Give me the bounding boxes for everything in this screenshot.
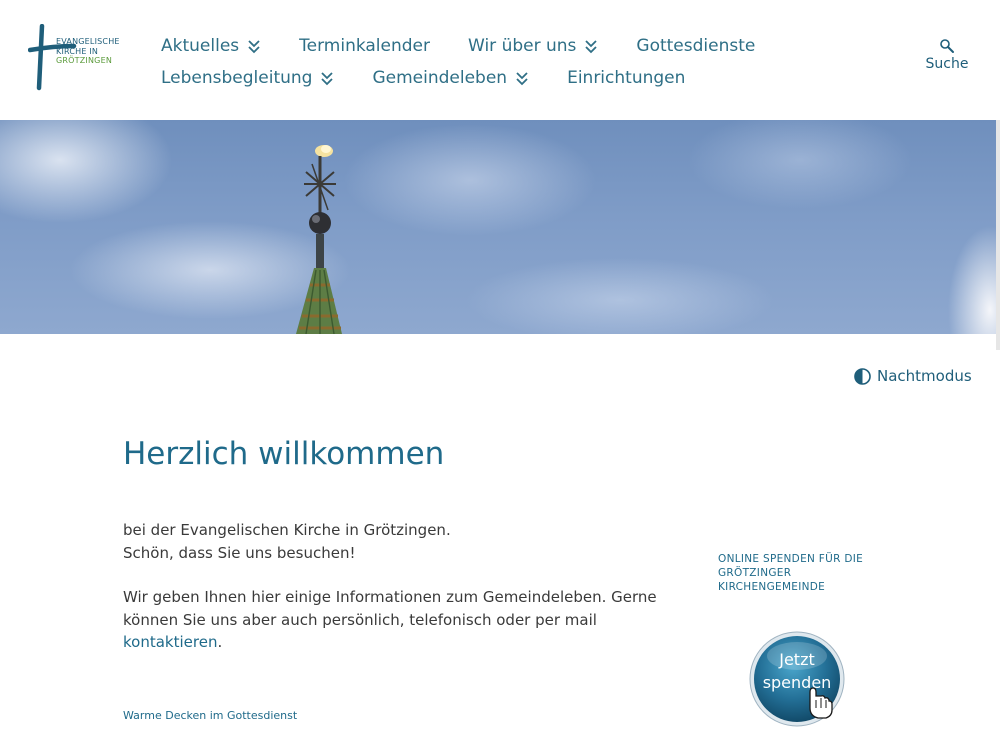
nav-item-label: Lebensbegleitung bbox=[161, 68, 313, 88]
main-navigation: Aktuelles Terminkalender Wir über uns Go… bbox=[161, 30, 793, 94]
church-spire-image bbox=[296, 145, 342, 334]
half-circle-icon bbox=[854, 367, 871, 385]
double-chevron-down-icon bbox=[321, 72, 334, 86]
search-label: Suche bbox=[925, 56, 969, 72]
welcome-text: bei der Evangelischen Kirche in Grötzing… bbox=[123, 519, 668, 676]
info-text: Wir geben Ihnen hier einige Informatione… bbox=[123, 588, 657, 629]
nav-item-wir-ueber-uns[interactable]: Wir über uns bbox=[468, 36, 598, 56]
nightmode-toggle[interactable]: Nachtmodus bbox=[854, 367, 972, 385]
news-link[interactable]: Warme Decken im Gottesdienst bbox=[123, 709, 297, 722]
nav-row-1: Aktuelles Terminkalender Wir über uns Go… bbox=[161, 30, 793, 62]
nav-row-2: Lebensbegleitung Gemeindeleben Einrichtu… bbox=[161, 62, 793, 94]
search-icon bbox=[940, 39, 954, 53]
intro-paragraph: bei der Evangelischen Kirche in Grötzing… bbox=[123, 519, 668, 564]
donate-label-1: Jetzt bbox=[778, 650, 815, 669]
donate-label-2: spenden bbox=[763, 673, 832, 692]
double-chevron-down-icon bbox=[248, 40, 260, 54]
page-title: Herzlich willkommen bbox=[123, 436, 445, 472]
nightmode-label: Nachtmodus bbox=[877, 367, 972, 385]
nav-item-label: Gemeindeleben bbox=[372, 68, 508, 88]
donate-badge: Jetzt spenden bbox=[749, 631, 845, 727]
double-chevron-down-icon bbox=[516, 72, 528, 86]
donate-heading: ONLINE SPENDEN FÜR DIE GRÖTZINGER KIRCHE… bbox=[718, 553, 864, 593]
nav-item-gottesdienste[interactable]: Gottesdienste bbox=[636, 36, 755, 56]
contact-link[interactable]: kontaktieren bbox=[123, 633, 217, 651]
logo-line-3: GRÖTZINGEN bbox=[56, 56, 113, 65]
logo-line-1: EVANGELISCHE bbox=[56, 37, 120, 46]
info-paragraph: Wir geben Ihnen hier einige Informatione… bbox=[123, 586, 668, 654]
intro-line-1: bei der Evangelischen Kirche in Grötzing… bbox=[123, 521, 451, 539]
nav-item-lebensbegleitung[interactable]: Lebensbegleitung bbox=[161, 68, 334, 88]
nav-item-label: Einrichtungen bbox=[567, 68, 686, 88]
nav-item-label: Wir über uns bbox=[468, 36, 577, 56]
intro-line-2: Schön, dass Sie uns besuchen! bbox=[123, 543, 356, 562]
nav-item-aktuelles[interactable]: Aktuelles bbox=[161, 36, 261, 56]
nav-item-label: Aktuelles bbox=[161, 36, 240, 56]
nav-item-label: Gottesdienste bbox=[636, 36, 756, 56]
logo-text: EVANGELISCHE KIRCHE IN GRÖTZINGEN bbox=[30, 37, 120, 66]
logo-line-2: KIRCHE IN bbox=[56, 46, 99, 56]
hero-image bbox=[0, 120, 1000, 334]
site-header: EVANGELISCHE KIRCHE IN GRÖTZINGEN Aktuel… bbox=[0, 0, 1000, 120]
donate-button[interactable]: Jetzt spenden bbox=[748, 630, 846, 728]
scrollbar-track[interactable] bbox=[996, 120, 1000, 350]
info-text-end: . bbox=[217, 633, 223, 651]
nav-item-label: Terminkalender bbox=[299, 36, 431, 56]
nav-item-gemeindeleben[interactable]: Gemeindeleben bbox=[372, 68, 529, 88]
nav-item-einrichtungen[interactable]: Einrichtungen bbox=[567, 68, 685, 88]
double-chevron-down-icon bbox=[585, 40, 598, 54]
nav-item-terminkalender[interactable]: Terminkalender bbox=[299, 36, 430, 56]
search-button[interactable]: Suche bbox=[918, 38, 976, 72]
